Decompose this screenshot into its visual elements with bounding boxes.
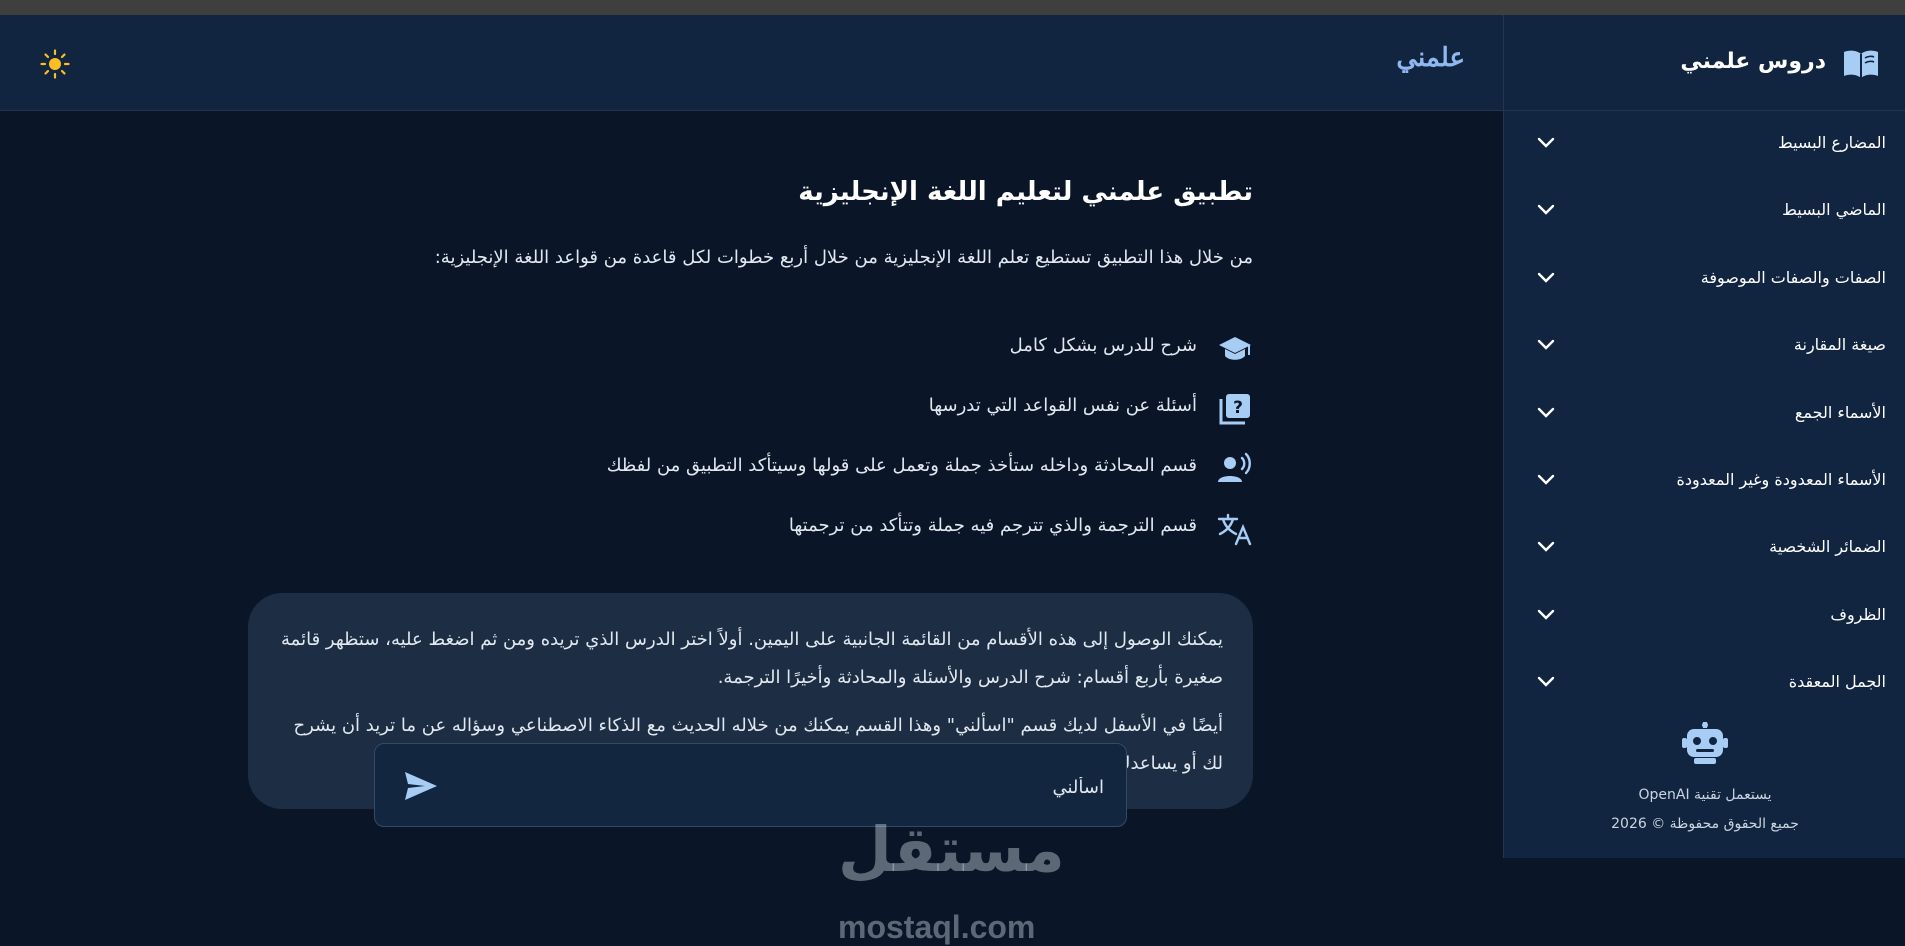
sidebar-item-personal-pronouns[interactable]: الضمائر الشخصية [1504, 515, 1905, 582]
info-paragraph-1: يمكنك الوصول إلى هذه الأقسام من القائمة … [281, 629, 1223, 688]
feature-text: أسئلة عن نفس القواعد التي تدرسها [928, 395, 1197, 416]
book-icon [1844, 50, 1878, 78]
feature-conversation: قسم المحادثة وداخله ستأخذ جملة وتعمل على… [553, 447, 1253, 487]
feature-text: قسم الترجمة والذي تترجم فيه جملة وتتأكد … [788, 515, 1197, 536]
sidebar-title: دروس علمني [1680, 49, 1826, 74]
sidebar-item-label: الظروف [1830, 604, 1886, 624]
robot-icon [1682, 722, 1728, 764]
feature-text: قسم المحادثة وداخله ستأخذ جملة وتعمل على… [606, 455, 1197, 476]
feature-explanation: شرح للدرس بشكل كامل [553, 327, 1253, 367]
sidebar-item-label: المضارع البسيط [1777, 133, 1886, 152]
chevron-down-icon [1537, 205, 1555, 216]
voice-icon [1218, 452, 1251, 482]
graduation-cap-icon [1219, 337, 1251, 360]
sidebar-item-adverbs[interactable]: الظروف [1504, 583, 1905, 650]
watermark-url: mostaql.com [838, 909, 1036, 945]
send-icon[interactable] [403, 770, 439, 802]
sidebar-item-label: صيغة المقارنة [1793, 335, 1886, 355]
sidebar-item-label: الماضي البسيط [1782, 200, 1886, 220]
sidebar-item-label: الضمائر الشخصية [1769, 537, 1886, 557]
svg-text:?: ? [1233, 398, 1243, 418]
powered-by-text: يستعمل تقنية OpenAI [1638, 787, 1772, 803]
feature-text: شرح للدرس بشكل كامل [1009, 335, 1197, 356]
main-content: تطبيق علمني لتعليم اللغة الإنجليزية من خ… [0, 111, 1503, 945]
sun-icon[interactable] [40, 49, 70, 79]
window-top-strip [0, 0, 1905, 15]
feature-quiz: ? أسئلة عن نفس القواعد التي تدرسها [553, 387, 1253, 427]
chevron-down-icon [1537, 339, 1555, 350]
sidebar-item-label: الصفات والصفات الموصوفة [1700, 267, 1886, 287]
sidebar: دروس علمني المضارع البسيط الماضي البسيط … [1503, 15, 1905, 858]
intro-text: من خلال هذا التطبيق تستطيع تعلم اللغة ال… [434, 247, 1253, 268]
sidebar-item-adjectives[interactable]: الصفات والصفات الموصوفة [1504, 246, 1905, 313]
sidebar-item-present-simple[interactable]: المضارع البسيط [1504, 111, 1905, 178]
quiz-icon: ? [1219, 394, 1250, 425]
sidebar-item-label: الأسماء الجمع [1794, 402, 1886, 422]
ask-me-input[interactable] [522, 764, 1106, 810]
page-title: تطبيق علمني لتعليم اللغة الإنجليزية [798, 177, 1253, 207]
lessons-menu: المضارع البسيط الماضي البسيط الصفات والص… [1504, 111, 1905, 718]
feature-translation: قسم الترجمة والذي تترجم فيه جملة وتتأكد … [553, 507, 1253, 547]
sidebar-header: دروس علمني [1504, 15, 1905, 111]
top-header: علمني [0, 15, 1503, 111]
sidebar-item-complex-sentences[interactable]: الجمل المعقدة [1504, 650, 1905, 717]
sidebar-item-label: الجمل المعقدة [1788, 672, 1886, 692]
sidebar-item-label: الأسماء المعدودة وغير المعدودة [1676, 469, 1886, 489]
chevron-down-icon [1537, 272, 1555, 283]
sidebar-item-past-simple[interactable]: الماضي البسيط [1504, 178, 1905, 245]
chevron-down-icon [1537, 609, 1555, 620]
chevron-down-icon [1537, 407, 1555, 418]
chevron-down-icon [1537, 542, 1555, 553]
brand-logo-text[interactable]: علمني [1396, 43, 1465, 73]
chevron-down-icon [1537, 676, 1555, 687]
sidebar-item-comparatives[interactable]: صيغة المقارنة [1504, 313, 1905, 380]
sidebar-item-countable-nouns[interactable]: الأسماء المعدودة وغير المعدودة [1504, 448, 1905, 515]
translate-icon [1217, 513, 1252, 546]
chevron-down-icon [1537, 474, 1555, 485]
copyright-text: جميع الحقوق محفوظة © 2026 [1611, 816, 1799, 832]
watermark-arabic: مستقل [838, 813, 1065, 886]
chevron-down-icon [1537, 137, 1555, 148]
sidebar-item-plural-nouns[interactable]: الأسماء الجمع [1504, 381, 1905, 448]
